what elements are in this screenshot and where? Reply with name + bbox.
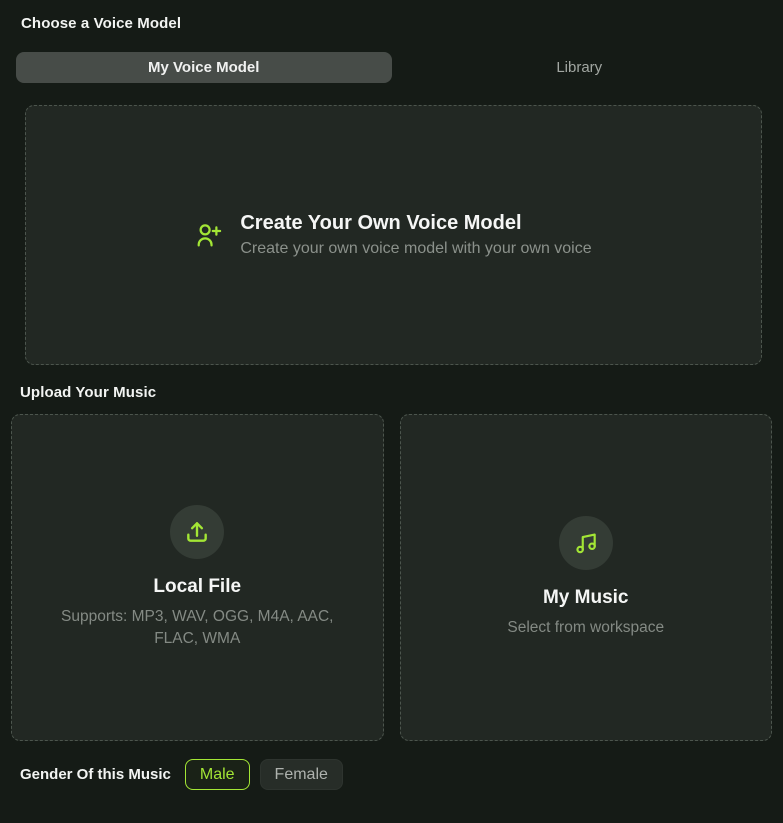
music-icon-circle [558,515,613,570]
gender-female-button[interactable]: Female [259,759,343,790]
create-voice-model-title: Create Your Own Voice Model [240,212,522,234]
my-music-card[interactable]: My Music Select from workspace [399,414,772,741]
upload-options-row: Local File Supports: MP3, WAV, OGG, M4A,… [11,414,772,741]
gender-selector-row: Gender Of this Music Male Female [20,759,783,790]
local-file-supported-formats: Supports: MP3, WAV, OGG, M4A, AAC, FLAC,… [61,607,334,647]
upload-your-music-label: Upload Your Music [20,384,157,401]
local-file-upload-card[interactable]: Local File Supports: MP3, WAV, OGG, M4A,… [11,414,384,741]
my-music-title: My Music [542,586,629,608]
voice-model-tabbar: My Voice Model Library [16,52,767,83]
music-note-icon [573,530,599,556]
user-plus-icon [195,222,222,249]
create-voice-model-subtitle: Create your own voice model with your ow… [240,240,592,257]
create-voice-model-text: Create Your Own Voice Model Create your … [240,212,591,258]
create-voice-model-panel[interactable]: Create Your Own Voice Model Create your … [25,105,762,365]
gender-male-button[interactable]: Male [184,759,250,790]
create-voice-model-content: Create Your Own Voice Model Create your … [195,212,592,258]
choose-voice-model-label: Choose a Voice Model [21,15,182,32]
local-file-title: Local File [153,575,242,597]
tab-my-voice-model[interactable]: My Voice Model [16,52,392,83]
upload-icon-circle [170,504,225,559]
upload-icon [184,519,210,545]
tab-library[interactable]: Library [392,52,768,83]
my-music-subtitle: Select from workspace [507,618,665,636]
gender-of-music-label: Gender Of this Music [20,766,171,783]
